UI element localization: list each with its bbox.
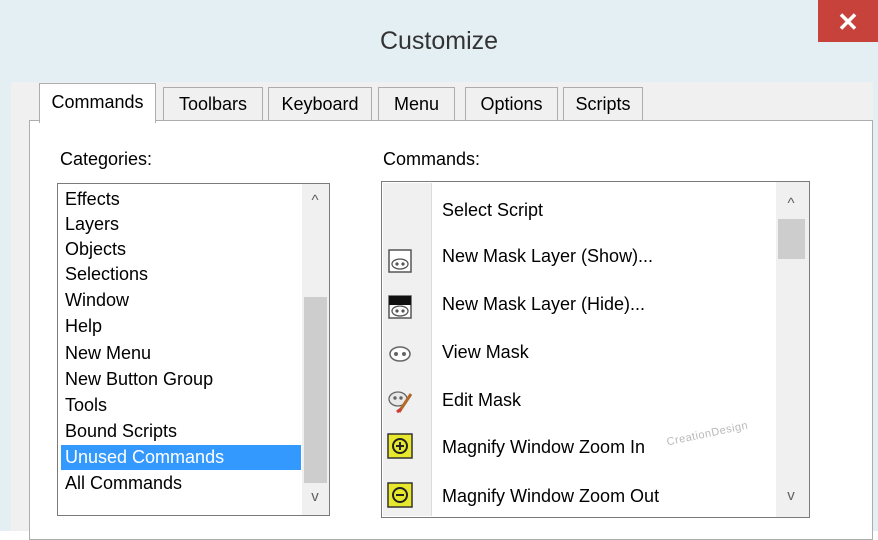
category-item[interactable]: Effects xyxy=(65,187,120,212)
categories-scroll-down-icon[interactable]: v xyxy=(305,487,325,507)
category-item[interactable]: Window xyxy=(65,288,129,313)
close-button[interactable]: ✕ xyxy=(818,0,878,42)
tab-toolbars[interactable]: Toolbars xyxy=(163,87,263,120)
categories-label: Categories: xyxy=(60,149,153,169)
command-item-new-mask-show[interactable]: New Mask Layer (Show)... xyxy=(442,246,653,267)
categories-scroll-thumb[interactable] xyxy=(304,297,327,483)
category-item[interactable]: All Commands xyxy=(65,471,182,496)
tab-keyboard[interactable]: Keyboard xyxy=(268,87,372,120)
categories-scroll-up-icon[interactable]: ^ xyxy=(305,191,325,211)
mask-show-icon xyxy=(387,248,413,274)
commands-scroll-thumb[interactable] xyxy=(778,219,805,259)
commands-scroll-up-icon[interactable]: ^ xyxy=(781,194,801,214)
category-item[interactable]: Tools xyxy=(65,393,107,418)
window-title: Customize xyxy=(379,27,499,55)
window-frame-right xyxy=(873,82,878,531)
tab-commands[interactable]: Commands xyxy=(39,83,156,123)
tab-options[interactable]: Options xyxy=(465,87,558,120)
category-item[interactable]: Bound Scripts xyxy=(65,419,177,444)
category-item[interactable]: New Menu xyxy=(65,341,151,366)
commands-label: Commands: xyxy=(383,149,481,169)
category-item[interactable]: Help xyxy=(65,314,102,339)
mask-hide-icon xyxy=(387,294,413,320)
command-item-edit-mask[interactable]: Edit Mask xyxy=(442,390,521,411)
command-item-view-mask[interactable]: View Mask xyxy=(442,342,529,363)
category-item[interactable]: Objects xyxy=(65,237,126,262)
command-item-select-script[interactable]: Select Script xyxy=(442,200,543,221)
command-item-zoom-in[interactable]: Magnify Window Zoom In xyxy=(442,437,645,458)
command-item-new-mask-hide[interactable]: New Mask Layer (Hide)... xyxy=(442,294,645,315)
edit-mask-icon xyxy=(387,388,413,414)
zoom-in-icon xyxy=(387,433,413,459)
command-item-zoom-out[interactable]: Magnify Window Zoom Out xyxy=(442,486,659,507)
tab-scripts[interactable]: Scripts xyxy=(563,87,643,120)
commands-scroll-down-icon[interactable]: v xyxy=(781,486,801,506)
category-item[interactable]: Layers xyxy=(65,212,119,237)
tab-menu[interactable]: Menu xyxy=(378,87,455,120)
category-item[interactable]: New Button Group xyxy=(65,367,213,392)
category-item[interactable]: Selections xyxy=(65,262,148,287)
zoom-out-icon xyxy=(387,482,413,508)
close-icon: ✕ xyxy=(837,7,859,37)
view-mask-icon xyxy=(387,341,413,367)
window-frame-left xyxy=(0,82,11,531)
category-item-selected[interactable]: Unused Commands xyxy=(61,445,301,470)
